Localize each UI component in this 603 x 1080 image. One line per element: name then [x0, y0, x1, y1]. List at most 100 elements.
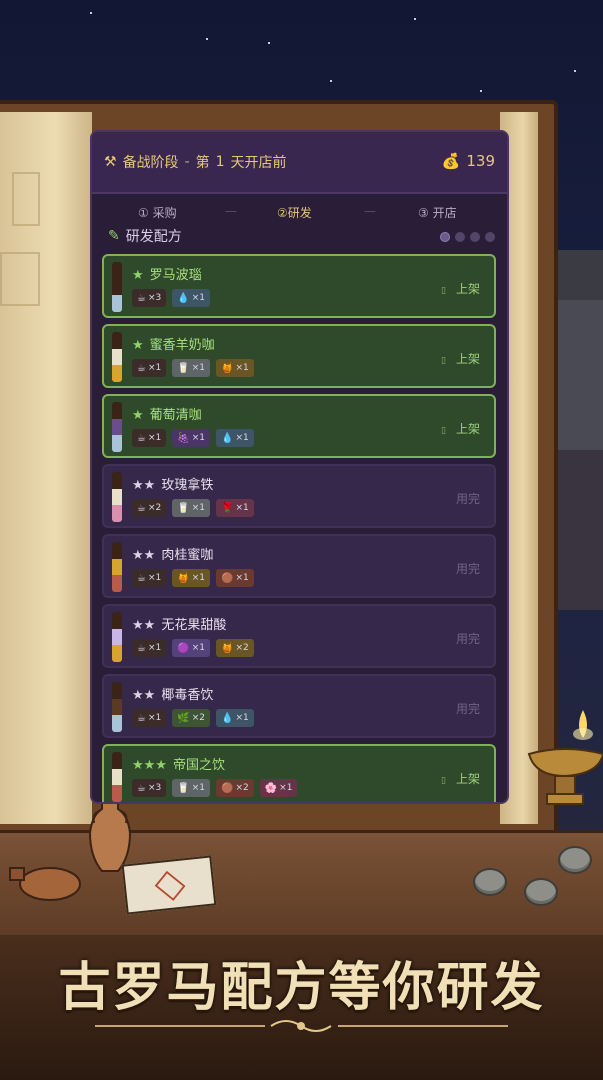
step-divider: —	[225, 204, 237, 218]
ingredient-chip: 🥛 ×1	[172, 499, 210, 517]
ingredient-count: ×1	[235, 363, 249, 373]
list-on-shelf-button[interactable]: ▯ 上架	[441, 350, 480, 367]
step-purchase[interactable]: ① 采购	[138, 204, 177, 221]
ingredient-chip: 🌸 ×1	[259, 779, 298, 797]
color-segment	[112, 402, 122, 419]
color-segment	[112, 542, 122, 559]
ingredient-icon: ☕	[137, 782, 146, 794]
ingredient-chip: 🍯 ×1	[215, 359, 254, 377]
ingredient-icon: 🍯	[177, 572, 190, 584]
recipe-row[interactable]: ★★★ 帝国之饮 ☕ ×3 🥛 ×1 🟤 ×2 🌸 ×1 ▯ 上架	[102, 744, 496, 802]
star	[268, 42, 270, 44]
recipe-status-label: 上架	[455, 772, 480, 786]
ingredient-chip: ☕ ×3	[132, 779, 167, 797]
recipe-row[interactable]: ★ 葡萄清咖 ☕ ×1 🍇 ×1 💧 ×1 ▯ 上架	[102, 394, 496, 458]
recipe-name: 帝国之饮	[172, 758, 225, 773]
ingredient-chip: 🍇 ×1	[172, 429, 210, 447]
color-segment	[112, 488, 122, 506]
recipe-title: ★★ 肉桂蜜咖	[132, 544, 213, 563]
ingredient-icon: ☕	[137, 502, 146, 514]
recipe-row[interactable]: ★★ 肉桂蜜咖 ☕ ×1 🍯 ×1 🟤 ×1 用完	[102, 534, 496, 598]
recipe-name: 肉桂蜜咖	[161, 548, 214, 563]
ingredient-list: ☕ ×3 🥛 ×1 🟤 ×2 🌸 ×1	[132, 779, 298, 797]
list-on-shelf-button[interactable]: ▯ 上架	[441, 280, 480, 297]
step-divider: —	[364, 204, 376, 218]
ingredient-list: ☕ ×1 🥛 ×1 🍯 ×1	[132, 359, 254, 377]
ingredient-count: ×1	[147, 573, 162, 583]
ingredient-color-bar	[112, 612, 122, 662]
coin-icon	[473, 868, 507, 896]
recipe-title: ★ 葡萄清咖	[132, 404, 202, 423]
color-segment	[112, 785, 122, 802]
color-segment	[112, 365, 122, 382]
list-on-shelf-button[interactable]: ▯ 上架	[441, 770, 480, 787]
recipe-status-label: 上架	[455, 282, 480, 296]
recipe-row[interactable]: ★★ 椰毒香饮 ☕ ×1 🌿 ×2 💧 ×1 用完	[102, 674, 496, 738]
used-up-label: 用完	[456, 560, 480, 577]
page-dot[interactable]	[485, 232, 495, 242]
ingredient-icon: 🥛	[177, 502, 190, 514]
recipe-title: ★★ 玫瑰拿铁	[132, 474, 213, 493]
recipe-status-label: 上架	[455, 422, 480, 436]
recipe-title: ★ 蜜香羊奶咖	[132, 334, 215, 353]
recipe-name: 玫瑰拿铁	[161, 478, 214, 493]
tipped-amphora-icon	[9, 867, 81, 901]
toggle-marker-icon: ▯	[441, 356, 446, 366]
stage-separator: -	[184, 154, 190, 170]
ingredient-list: ☕ ×1 🍇 ×1 💧 ×1	[132, 429, 254, 447]
ingredient-count: ×1	[191, 433, 205, 443]
recipe-row[interactable]: ★ 蜜香羊奶咖 ☕ ×1 🥛 ×1 🍯 ×1 ▯ 上架	[102, 324, 496, 388]
page-dot[interactable]	[470, 232, 480, 242]
ingredient-chip: 🥛 ×1	[172, 779, 210, 797]
ingredient-icon: ☕	[137, 712, 146, 724]
recipe-panel: ⚒ 备战阶段 - 第 1 天开店前 💰 139 ① 采购 — ②研发 — ③ 开…	[90, 130, 509, 804]
hammer-pick-icon: ⚒	[104, 154, 117, 170]
star-rating: ★★	[132, 548, 156, 563]
ingredient-count: ×1	[191, 293, 205, 303]
ingredient-count: ×1	[191, 783, 205, 793]
color-segment	[112, 752, 122, 769]
ingredient-chip: ☕ ×1	[132, 709, 167, 727]
recipe-name: 蜜香羊奶咖	[149, 338, 215, 353]
ingredient-icon: 💧	[220, 432, 234, 444]
coin-amount: 139	[466, 152, 495, 170]
ingredient-chip: ☕ ×1	[132, 429, 167, 447]
section-title-label: 研发配方	[125, 229, 182, 245]
ingredient-chip: 🌹 ×1	[215, 499, 254, 517]
ingredient-color-bar	[112, 402, 122, 452]
recipe-name: 椰毒香饮	[161, 688, 214, 703]
ingredient-list: ☕ ×1 🌿 ×2 💧 ×1	[132, 709, 254, 727]
ingredient-count: ×1	[147, 433, 162, 443]
recipe-status-label: 上架	[455, 352, 480, 366]
page-dot[interactable]	[455, 232, 465, 242]
star	[480, 90, 482, 92]
step-open-shop[interactable]: ③ 开店	[418, 204, 457, 221]
recipe-row[interactable]: ★★ 玫瑰拿铁 ☕ ×2 🥛 ×1 🌹 ×1 用完	[102, 464, 496, 528]
color-segment	[112, 472, 122, 489]
coin-counter: 💰 139	[442, 152, 495, 170]
ingredient-chip: 💧 ×1	[215, 709, 254, 727]
recipe-row[interactable]: ★★ 无花果甜酸 ☕ ×1 🟣 ×1 🍯 ×2 用完	[102, 604, 496, 668]
color-segment	[112, 575, 122, 592]
color-segment	[112, 768, 122, 786]
page-dot[interactable]	[440, 232, 450, 242]
recipe-title: ★ 罗马波瑙	[132, 264, 202, 283]
ingredient-list: ☕ ×3 💧 ×1	[132, 289, 210, 307]
recipe-status-label: 用完	[455, 492, 480, 506]
coin-icon	[558, 846, 592, 874]
color-segment	[112, 262, 122, 279]
ornament-divider-icon	[95, 1020, 508, 1032]
ingredient-color-bar	[112, 262, 122, 312]
ingredient-icon: 🟤	[220, 782, 234, 794]
recipe-status-label: 用完	[455, 632, 480, 646]
toggle-marker-icon: ▯	[441, 286, 446, 296]
ingredient-chip: ☕ ×2	[132, 499, 167, 517]
star	[90, 12, 92, 14]
promo-banner-title: 古罗马配方等你研发	[58, 957, 545, 1018]
ingredient-chip: 🥛 ×1	[172, 359, 210, 377]
list-on-shelf-button[interactable]: ▯ 上架	[441, 420, 480, 437]
ingredient-chip: ☕ ×1	[132, 359, 167, 377]
ingredient-icon: 🟤	[220, 572, 234, 584]
step-research[interactable]: ②研发	[277, 204, 312, 221]
recipe-row[interactable]: ★ 罗马波瑙 ☕ ×3 💧 ×1 ▯ 上架	[102, 254, 496, 318]
